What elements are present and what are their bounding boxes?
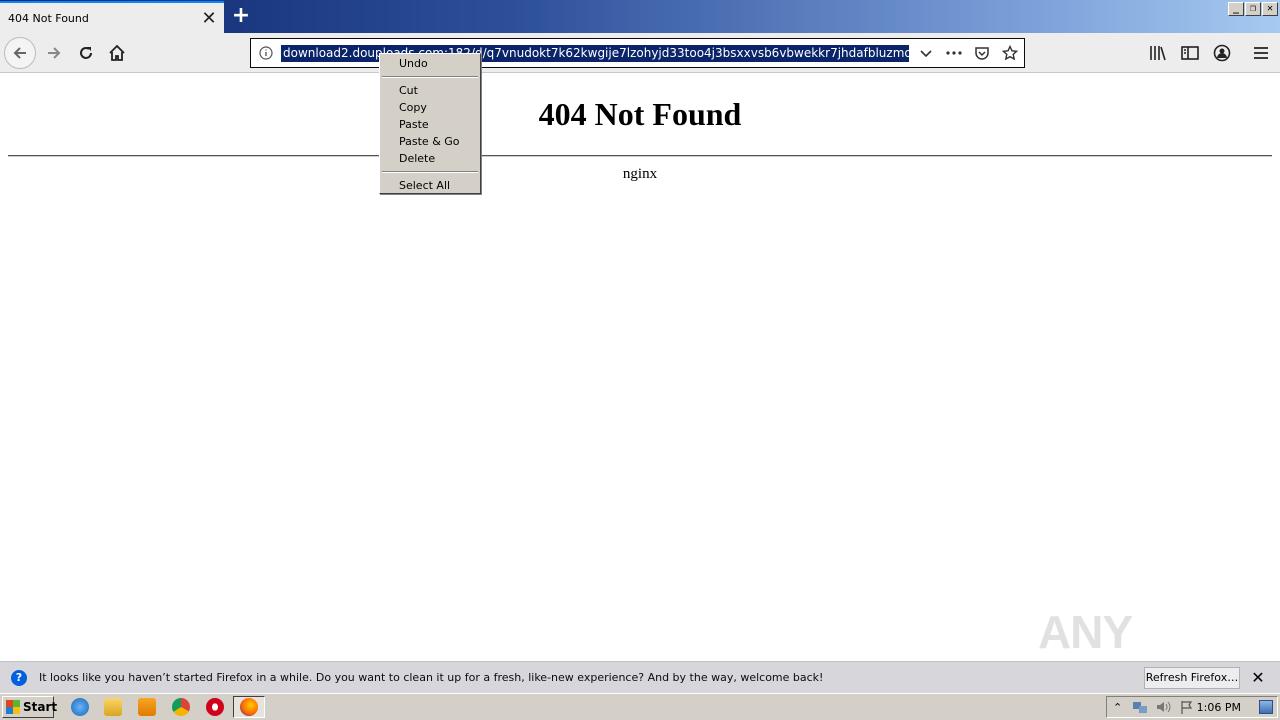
tray-expand-icon[interactable]: ⌃	[1113, 701, 1122, 714]
site-info-button[interactable]	[251, 46, 281, 60]
bookmark-star-icon[interactable]	[1000, 43, 1020, 63]
menu-item-undo[interactable]: Undo	[380, 55, 480, 72]
server-name: nginx	[622, 166, 658, 182]
tab-close-icon[interactable]: ✕	[198, 7, 220, 29]
volume-icon[interactable]	[1156, 700, 1172, 714]
back-button[interactable]	[4, 37, 36, 69]
menu-separator	[380, 167, 480, 177]
taskbar-firefox-button[interactable]	[233, 696, 265, 718]
menu-item-copy[interactable]: Copy	[380, 99, 480, 116]
info-icon	[259, 46, 273, 60]
media-player-icon[interactable]	[138, 698, 156, 716]
show-desktop-icon[interactable]	[1259, 700, 1273, 714]
network-icon[interactable]	[1132, 700, 1148, 714]
page-actions-icon[interactable]	[944, 43, 964, 63]
dropdown-icon[interactable]	[916, 43, 936, 63]
menu-item-paste[interactable]: Paste	[380, 116, 480, 133]
sidebar-icon[interactable]	[1179, 42, 1201, 64]
close-window-button[interactable]: ✕	[1262, 2, 1278, 16]
menu-item-select-all[interactable]: Select All	[380, 177, 480, 194]
internet-explorer-icon[interactable]	[71, 698, 89, 716]
menu-item-paste-and-go[interactable]: Paste & Go	[380, 133, 480, 150]
horizontal-rule	[8, 155, 1272, 157]
forward-arrow-icon	[48, 47, 61, 59]
taskbar: Start ⌃ 1:06 PM	[0, 693, 1280, 720]
question-icon: ?	[11, 669, 27, 686]
page-heading: 404 Not Found	[538, 96, 742, 132]
notification-close-icon[interactable]: ✕	[1248, 668, 1268, 688]
url-bar[interactable]: download2.douploads.com:182/d/q7vnudokt7…	[250, 38, 1025, 68]
opera-icon[interactable]	[206, 698, 224, 716]
refresh-firefox-button[interactable]: Refresh Firefox…	[1144, 666, 1240, 689]
home-icon	[109, 44, 125, 61]
reload-icon	[80, 47, 92, 59]
home-button[interactable]	[101, 37, 133, 69]
pocket-icon[interactable]	[972, 43, 992, 63]
account-icon[interactable]	[1211, 42, 1233, 64]
new-tab-button[interactable]: +	[229, 4, 253, 28]
library-icon[interactable]	[1147, 42, 1169, 64]
menu-item-cut[interactable]: Cut	[380, 82, 480, 99]
tab-title: 404 Not Found	[8, 11, 89, 25]
back-arrow-icon	[13, 47, 26, 59]
file-explorer-icon[interactable]	[104, 698, 122, 716]
notification-bar: ? It looks like you haven’t started Fire…	[0, 661, 1280, 693]
context-menu: Undo Cut Copy Paste Paste & Go Delete Se…	[379, 53, 481, 194]
title-bar: 404 Not Found ✕ + _ ❐ ✕	[0, 0, 1280, 33]
tab-404-not-found[interactable]: 404 Not Found ✕	[0, 1, 224, 33]
firefox-icon	[240, 698, 258, 716]
menu-separator	[380, 72, 480, 82]
start-label: Start	[23, 700, 58, 714]
restore-button[interactable]: ❐	[1245, 2, 1261, 16]
system-tray: ⌃ 1:06 PM	[1106, 696, 1278, 718]
notification-text: It looks like you haven’t started Firefo…	[39, 671, 824, 684]
clock: 1:06 PM	[1196, 700, 1241, 714]
menu-item-delete[interactable]: Delete	[380, 150, 480, 167]
action-center-flag-icon[interactable]	[1180, 700, 1194, 714]
windows-logo-icon	[6, 700, 20, 714]
chrome-icon[interactable]	[172, 698, 190, 716]
forward-button[interactable]	[38, 37, 70, 69]
menu-icon[interactable]	[1250, 42, 1272, 64]
reload-button[interactable]	[70, 37, 102, 69]
url-actions	[916, 39, 1020, 67]
url-text-selected[interactable]: download2.douploads.com:182/d/q7vnudokt7…	[281, 44, 909, 62]
start-button[interactable]: Start	[2, 696, 58, 718]
minimize-button[interactable]: _	[1228, 2, 1244, 16]
navigation-toolbar: download2.douploads.com:182/d/q7vnudokt7…	[0, 33, 1280, 73]
anyrun-watermark: ANY RUN	[1038, 606, 1136, 712]
